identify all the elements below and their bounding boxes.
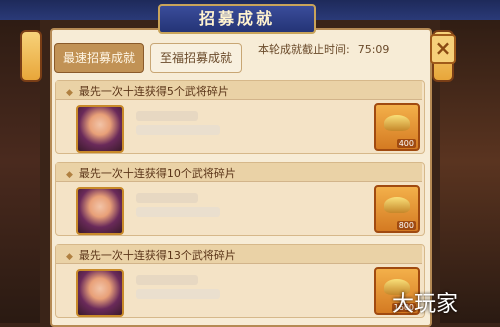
achievement-title: 最先一次十连获得13个武将碎片 <box>66 247 236 263</box>
window-title: 招募成就 <box>158 4 316 34</box>
achievement-title: 最先一次十连获得10个武将碎片 <box>66 165 236 181</box>
card-header: 最先一次十连获得13个武将碎片 <box>56 245 422 264</box>
reward-count: 800 <box>396 221 416 230</box>
blurred-player-info <box>136 207 220 217</box>
achievement-card: 最先一次十连获得5个武将碎片 400 <box>55 80 425 154</box>
tab-blessed-recruit[interactable]: 至福招募成就 <box>150 43 242 73</box>
gold-pile-icon <box>384 197 410 213</box>
achievement-card: 最先一次十连获得13个武将碎片 1600 <box>55 244 425 318</box>
lantern-left-icon <box>20 30 42 82</box>
blurred-player-info <box>136 125 220 135</box>
deadline-timer: 本轮成就截止时间: 75:09 <box>258 41 389 57</box>
deadline-value: 75:09 <box>357 43 390 56</box>
hero-avatar[interactable] <box>76 105 124 153</box>
watermark: 大玩家 <box>392 292 459 317</box>
card-header: 最先一次十连获得10个武将碎片 <box>56 163 422 182</box>
reward-item[interactable]: 800 <box>374 185 420 233</box>
reward-item[interactable]: 400 <box>374 103 420 151</box>
blurred-player-name <box>136 111 198 121</box>
achievement-card: 最先一次十连获得10个武将碎片 800 <box>55 162 425 236</box>
gold-pile-icon <box>384 115 410 131</box>
hero-avatar[interactable] <box>76 269 124 317</box>
close-button[interactable]: × <box>430 34 456 64</box>
reward-count: 400 <box>396 139 416 148</box>
blurred-player-name <box>136 275 198 285</box>
achievement-title: 最先一次十连获得5个武将碎片 <box>66 83 229 99</box>
deadline-label: 本轮成就截止时间: <box>258 43 350 56</box>
hero-avatar[interactable] <box>76 187 124 235</box>
tab-fastest-recruit[interactable]: 最速招募成就 <box>54 43 144 73</box>
blurred-player-info <box>136 289 220 299</box>
blurred-player-name <box>136 193 198 203</box>
card-header: 最先一次十连获得5个武将碎片 <box>56 81 422 100</box>
